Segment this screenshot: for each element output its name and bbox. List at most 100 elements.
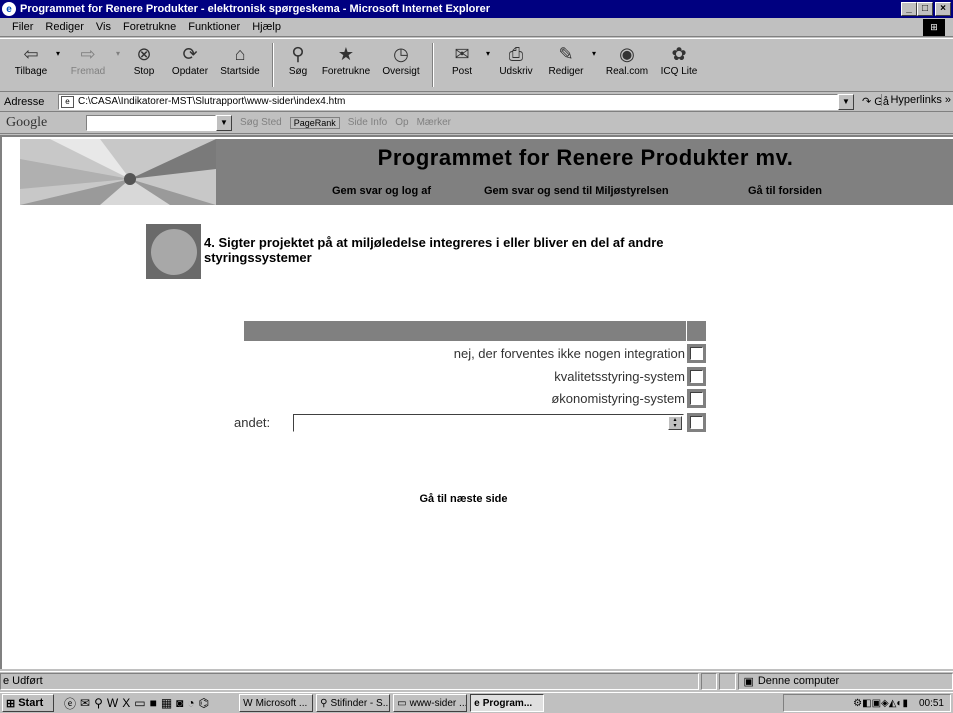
excel-quicklaunch-icon[interactable]: X — [122, 696, 130, 710]
status-text: Udført — [12, 675, 43, 687]
task-folder[interactable]: ▭ www-sider ... — [393, 694, 468, 712]
start-button[interactable]: ⊞ Start — [2, 694, 54, 712]
google-dropdown-icon[interactable]: ▼ — [216, 114, 232, 131]
edit-button[interactable]: ✎ Rediger ▾ — [542, 39, 596, 91]
nav-save-logout[interactable]: Gem svar og log af — [332, 185, 431, 197]
back-dropdown-icon[interactable]: ▾ — [56, 49, 60, 58]
clock[interactable]: 00:51 — [919, 698, 944, 709]
tray-icons[interactable]: ⚙◧▣◈◭◐▮ — [853, 698, 908, 709]
forward-dropdown-icon[interactable]: ▾ — [116, 49, 120, 58]
page-viewport: Programmet for Renere Produkter mv. Gem … — [0, 135, 953, 669]
option-checkbox-other[interactable] — [690, 416, 703, 429]
icq-label: ICQ Lite — [660, 66, 698, 77]
menu-funktioner[interactable]: Funktioner — [188, 21, 240, 33]
window-titlebar[interactable]: e Programmet for Renere Produkter - elek… — [0, 0, 953, 18]
mail-label: Post — [451, 66, 472, 77]
menu-foretrukne[interactable]: Foretrukne — [123, 21, 176, 33]
favorites-button[interactable]: ★ Foretrukne — [316, 39, 376, 91]
edit-dropdown-icon[interactable]: ▾ — [592, 49, 596, 58]
realcom-button[interactable]: ◉ Real.com — [600, 39, 654, 91]
mail-icon: ✉ — [454, 44, 470, 64]
minimize-button[interactable]: _ — [901, 2, 917, 16]
edit-label: Rediger — [548, 66, 584, 77]
up-button[interactable]: Op — [395, 117, 408, 128]
forward-label: Fremad — [70, 66, 106, 77]
address-dropdown-icon[interactable]: ▼ — [838, 93, 854, 110]
folder-icon: ▭ — [397, 697, 407, 709]
forward-button[interactable]: ⇨ Fremad ▾ — [62, 39, 120, 91]
option-checkbox-no-integration[interactable] — [690, 347, 703, 360]
refresh-button[interactable]: ⟳ Opdater — [166, 39, 214, 91]
desktop-quicklaunch-icon[interactable]: ▭ — [134, 696, 145, 710]
banner-image — [20, 139, 216, 205]
window-title: Programmet for Renere Produkter - elektr… — [20, 3, 491, 15]
address-input[interactable]: e C:\CASA\Indikatorer-MST\Slutrapport\ww… — [58, 93, 838, 110]
toolbar-separator — [432, 43, 434, 87]
status-main: e Udført — [0, 672, 699, 690]
history-button[interactable]: ◷ Oversigt — [376, 39, 426, 91]
links-button[interactable]: Hyperlinks » — [881, 94, 951, 106]
nav-frontpage[interactable]: Gå til forsiden — [748, 185, 822, 197]
google-search-input[interactable] — [86, 114, 216, 131]
task-explorer[interactable]: ⚲ Stifinder - S... — [316, 694, 391, 712]
google-logo[interactable]: Google — [6, 115, 86, 131]
tool-quicklaunch-icon[interactable]: ◙ — [176, 696, 183, 710]
search-quicklaunch-icon[interactable]: ⚲ — [94, 696, 103, 710]
menu-filer[interactable]: Filer — [12, 21, 33, 33]
pagerank-indicator[interactable]: PageRank — [289, 116, 340, 129]
menu-hjaelp[interactable]: Hjælp — [252, 21, 281, 33]
search-site-button[interactable]: Søg Sted — [240, 117, 282, 128]
calc-quicklaunch-icon[interactable]: ▦ — [161, 696, 172, 710]
home-button[interactable]: ⌂ Startside — [214, 39, 266, 91]
nav-save-send[interactable]: Gem svar og send til Miljøstyrelsen — [484, 185, 669, 197]
question-text: 4. Sigter projektet på at miljøledelse i… — [204, 235, 664, 265]
print-icon: ⎙ — [508, 44, 524, 64]
app-quicklaunch-icon[interactable]: ■ — [150, 696, 157, 710]
mail-button[interactable]: ✉ Post ▾ — [440, 39, 490, 91]
option-cell — [687, 389, 706, 408]
status-cell — [700, 672, 718, 690]
icq-icon: ✿ — [671, 44, 687, 64]
system-tray: ⚙◧▣◈◭◐▮ 00:51 — [783, 694, 951, 712]
task-label: Microsoft ... — [255, 697, 308, 709]
task-browser[interactable]: e Program... — [470, 694, 545, 712]
close-button[interactable]: × — [935, 2, 951, 16]
back-label: Tilbage — [14, 66, 48, 77]
standard-toolbar: ⇦ Tilbage ▾ ⇨ Fremad ▾ ⊗ Stop ⟳ Opdater … — [0, 38, 953, 92]
ie-quicklaunch-icon[interactable]: ⓔ — [64, 695, 76, 712]
page-info-button[interactable]: Side Info — [348, 117, 387, 128]
search-button[interactable]: ⚲ Søg — [280, 39, 316, 91]
toolbar-separator — [272, 43, 274, 87]
option-label: nej, der forventes ikke nogen integratio… — [453, 346, 685, 361]
textarea-scroll-icon[interactable]: ▴ ▾ — [668, 416, 682, 430]
word-quicklaunch-icon[interactable]: W — [107, 696, 118, 710]
page-icon: e — [61, 95, 74, 108]
outlook-quicklaunch-icon[interactable]: ✉ — [80, 696, 90, 710]
option-checkbox-quality[interactable] — [690, 370, 703, 383]
search-label: Søg — [288, 66, 308, 77]
print-button[interactable]: ⎙ Udskriv — [490, 39, 542, 91]
menu-vis[interactable]: Vis — [96, 21, 111, 33]
home-icon: ⌂ — [234, 44, 246, 64]
task-label: Stifinder - S... — [330, 697, 391, 709]
menu-rediger[interactable]: Rediger — [45, 21, 84, 33]
clock-quicklaunch-icon[interactable]: ◔ — [187, 696, 194, 710]
stop-button[interactable]: ⊗ Stop — [122, 39, 166, 91]
network-quicklaunch-icon[interactable]: ⌬ — [199, 696, 209, 710]
task-label: www-sider ... — [409, 697, 468, 709]
task-word[interactable]: W Microsoft ... — [239, 694, 314, 712]
windows-logo-icon: ⊞ — [923, 19, 945, 36]
next-page-link[interactable]: Gå til næste side — [2, 493, 953, 505]
address-bar: Adresse e C:\CASA\Indikatorer-MST\Slutra… — [0, 92, 953, 112]
windows-flag-icon: ⊞ — [6, 697, 16, 710]
other-textarea[interactable]: ▴ ▾ — [293, 414, 684, 432]
back-button[interactable]: ⇦ Tilbage ▾ — [8, 39, 60, 91]
highlight-button[interactable]: Mærker — [417, 117, 451, 128]
maximize-button[interactable]: □ — [917, 2, 933, 16]
question-logo — [142, 220, 205, 283]
option-checkbox-economy[interactable] — [690, 392, 703, 405]
task-label: Program... — [482, 697, 533, 709]
favorites-icon: ★ — [337, 44, 355, 64]
realcom-label: Real.com — [605, 66, 649, 77]
icq-button[interactable]: ✿ ICQ Lite — [654, 39, 704, 91]
